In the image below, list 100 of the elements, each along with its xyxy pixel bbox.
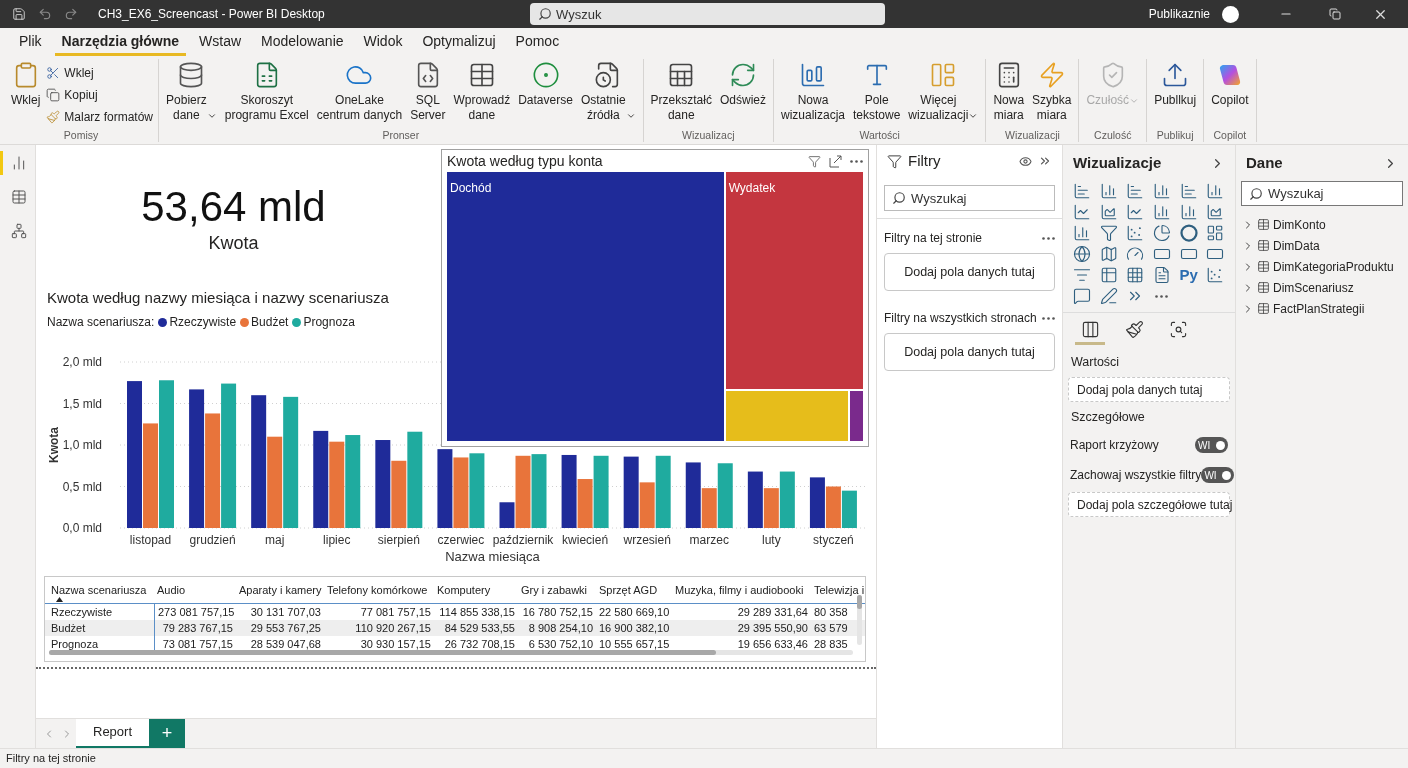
ribbon-button[interactable]: SQL Server [406, 59, 450, 123]
axis-label: październik [492, 533, 554, 547]
ribbon-button[interactable]: Wklej [7, 59, 45, 108]
ribbon-small-button[interactable]: Wklej [44, 62, 156, 84]
menu-tab[interactable]: Plik [12, 30, 49, 56]
ribbon-button[interactable]: Przekształć dane [646, 59, 716, 123]
table-cell-text: 22 580 669,10 [598, 605, 671, 620]
toggle-switch[interactable]: WI [1195, 437, 1228, 453]
tree-item[interactable]: DimScenariusz [1242, 277, 1402, 298]
menu-tab[interactable]: Optymalizuj [415, 30, 503, 56]
column-header[interactable]: Nazwa scenariusza [48, 577, 154, 603]
visual-type-button[interactable] [1177, 223, 1200, 243]
more-icon[interactable] [1042, 316, 1055, 320]
gauge-icon [1126, 245, 1145, 263]
visual-type-button[interactable] [1071, 286, 1093, 306]
tree-item[interactable]: DimData [1242, 235, 1402, 256]
python-visual-button[interactable]: Py [1177, 265, 1200, 285]
funnel-icon [1099, 224, 1118, 242]
eye-icon[interactable] [1019, 154, 1032, 168]
ribbon-small-button[interactable]: Kopiuj [44, 84, 156, 106]
well-heading: Szczegółowe [1070, 409, 1146, 426]
tree-item[interactable]: FactPlanStrategii [1242, 298, 1402, 319]
ribbon-button[interactable]: Odśwież [715, 59, 770, 108]
bar-chart-icon [1126, 182, 1145, 200]
undo-icon[interactable] [38, 7, 52, 21]
menu-tab[interactable]: Modelowanie [254, 30, 351, 56]
ribbon-button[interactable]: Pobierz dane [162, 59, 221, 123]
ribbon-small-button[interactable]: Malarz formatów [44, 106, 156, 128]
ribbon-button[interactable]: Pole tekstowe [849, 59, 905, 123]
visual-title: Kwota według typu konta [447, 151, 604, 171]
expand-icon[interactable] [829, 154, 842, 168]
account-label[interactable]: Publikaznie [1148, 5, 1210, 23]
globe-icon [1073, 245, 1091, 263]
treemap-tile[interactable]: Dochód [447, 172, 724, 441]
treemap-tile[interactable]: Wydatek [725, 172, 863, 389]
search-field[interactable]: Wyszukaj [884, 185, 1055, 211]
column-chart-icon [1153, 182, 1171, 200]
column-header[interactable]: Audio [154, 577, 236, 603]
tree-item[interactable]: DimKonto [1242, 214, 1402, 235]
scissors-icon [46, 66, 61, 80]
more-icon[interactable] [1042, 236, 1055, 240]
toggle-switch[interactable]: WI [1201, 467, 1235, 483]
menu-tab[interactable]: Widok [356, 30, 410, 56]
treemap-tile[interactable] [725, 391, 848, 441]
menu-tab[interactable]: Wstaw [192, 30, 249, 56]
axis-label: wrzesień [623, 533, 671, 547]
menu-tab[interactable]: Pomoc [508, 30, 567, 56]
column-header[interactable]: Aparaty i kamery [236, 577, 324, 603]
restore-icon[interactable] [1329, 8, 1341, 20]
drop-zone[interactable]: Dodaj pola danych tutaj [884, 253, 1055, 291]
drop-label: Dodaj pola danych tutaj [904, 263, 1035, 281]
more-icon[interactable] [850, 159, 863, 163]
chart-title: Kwota według nazwy miesiąca i nazwy scenariusza [47, 289, 390, 307]
column-header[interactable]: Muzyka, filmy i audiobooki [672, 577, 811, 603]
table-cell-text: 6 530 752,10 [527, 637, 594, 652]
ribbon-button[interactable]: Nowa wizualizacja [776, 59, 849, 123]
ribbon-button[interactable]: Nowa miara [989, 59, 1029, 123]
search-field[interactable]: Wyszuk [530, 3, 885, 25]
avatar[interactable] [1222, 5, 1239, 23]
ribbon-button[interactable]: Copilot [1207, 59, 1253, 108]
column-header[interactable]: Telefony komórkowe [324, 577, 434, 603]
visual-type-button[interactable] [1151, 223, 1173, 243]
ribbon-button[interactable]: Skoroszyt programu Excel [220, 59, 313, 123]
fields-icon [1080, 320, 1100, 339]
add-page-button[interactable]: + [149, 718, 186, 749]
treemap-tile[interactable] [850, 391, 863, 441]
treemap-visual[interactable]: Kwota według typu konta Dochód Wydatek [441, 149, 869, 447]
axis-label: 1,5 mld [62, 396, 102, 411]
tile-label: Dochód [450, 181, 492, 195]
ribbon-button[interactable]: Wprowadź dane [449, 59, 515, 123]
ribbon-button[interactable]: Więcej wizualizacji [904, 59, 983, 123]
collapse-icon[interactable] [1038, 154, 1052, 168]
column-header[interactable]: Telewizja i [811, 577, 865, 603]
ribbon-button[interactable]: OneLake centrum danych [312, 59, 407, 123]
ribbon-button[interactable]: Ostatnie źródła [576, 59, 640, 123]
horizontal-scrollbar[interactable] [49, 650, 853, 655]
drop-zone[interactable]: Dodaj pola szczegółowe tutaj [1068, 492, 1230, 517]
ribbon-button[interactable]: Dataverse [514, 59, 577, 108]
page-tab[interactable]: Report [76, 718, 150, 749]
redo-icon[interactable] [64, 7, 78, 21]
map-icon [1099, 245, 1118, 263]
drop-zone[interactable]: Dodaj pola danych tutaj [1068, 377, 1230, 402]
tree-item[interactable]: DimKategoriaProduktu [1242, 256, 1402, 277]
vertical-scrollbar[interactable] [857, 595, 862, 645]
save-icon[interactable] [12, 7, 26, 21]
area-chart-icon [1099, 203, 1118, 221]
search-field[interactable]: Wyszukaj [1241, 181, 1403, 206]
ribbon-button[interactable]: Publlkuj [1150, 59, 1201, 108]
header-label: Audio [157, 582, 186, 598]
column-header[interactable]: Komputery [434, 577, 518, 603]
column-header[interactable]: Sprzęt AGD [596, 577, 672, 603]
filter-icon[interactable] [808, 154, 821, 168]
visual-type-button[interactable] [1071, 244, 1093, 264]
axis-title: Kwota [47, 427, 61, 463]
ribbon-button[interactable]: Szybka miara [1028, 59, 1076, 123]
column-header[interactable]: Gry i zabawki [518, 577, 596, 603]
drop-zone[interactable]: Dodaj pola danych tutaj [884, 333, 1055, 371]
axis-label: 0,0 mld [62, 521, 102, 535]
more-icon[interactable] [1155, 294, 1169, 298]
card-value: 53,64 mld [141, 183, 326, 231]
